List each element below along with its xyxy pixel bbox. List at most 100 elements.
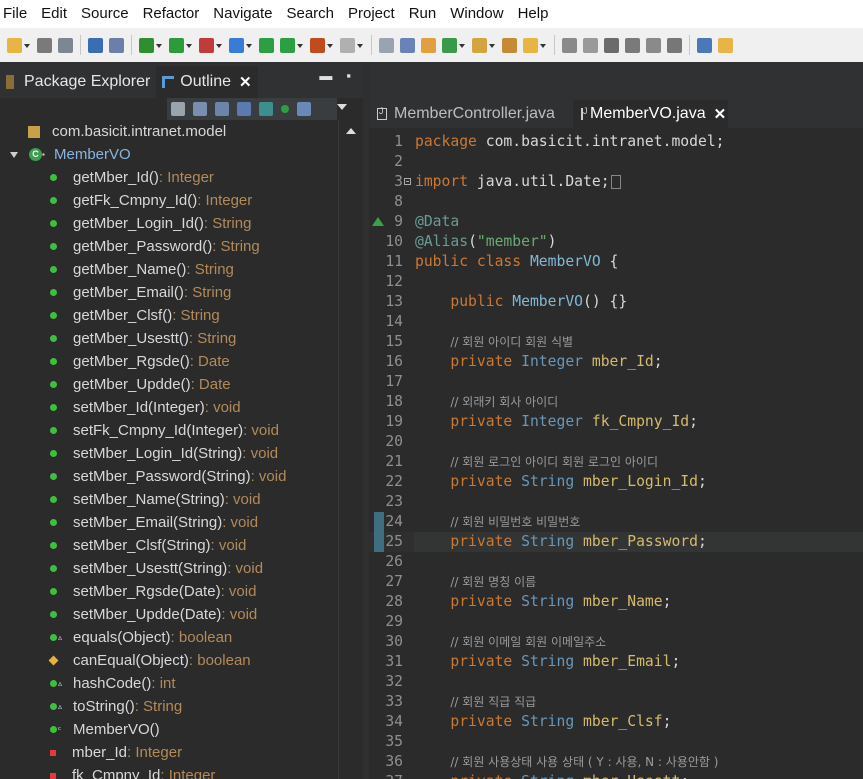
- refactor-icon[interactable]: [442, 37, 465, 53]
- code-line[interactable]: 27 // 회원 명칭 이름: [369, 572, 863, 592]
- code-line[interactable]: 14: [369, 312, 863, 332]
- tree-item-package[interactable]: com.basicit.intranet.model: [28, 120, 226, 143]
- tree-item-member[interactable]: getMber_Password() : String: [50, 235, 260, 258]
- block-select-icon[interactable]: [604, 37, 619, 53]
- tree-item-member[interactable]: getMber_Clsf() : String: [50, 304, 220, 327]
- code-line[interactable]: 33 // 회원 직급 직급: [369, 692, 863, 712]
- menu-help[interactable]: Help: [511, 0, 556, 28]
- menu-file[interactable]: File: [0, 0, 34, 28]
- open-type-icon[interactable]: [379, 37, 394, 53]
- code-line[interactable]: 19 private Integer fk_Cmpny_Id;: [369, 412, 863, 432]
- tree-item-member[interactable]: getMber_Rgsde() : Date: [50, 350, 230, 373]
- save-icon[interactable]: [37, 37, 52, 53]
- new-icon[interactable]: [7, 37, 30, 53]
- close-icon[interactable]: ✕: [714, 105, 727, 123]
- java-perspective-icon[interactable]: [718, 37, 733, 53]
- close-icon[interactable]: ✕: [239, 73, 252, 91]
- expand-arrow-icon[interactable]: [10, 151, 18, 158]
- refresh-icon[interactable]: [340, 37, 363, 53]
- stop-icon[interactable]: [310, 37, 333, 53]
- terminate-icon[interactable]: [139, 37, 162, 53]
- tree-item-member[interactable]: ▵ hashCode() : int: [50, 672, 176, 695]
- tab-membercontroller[interactable]: MemberController.java: [369, 100, 563, 128]
- tree-item-member[interactable]: setFk_Cmpny_Id(Integer) : void: [50, 419, 279, 442]
- code-line[interactable]: 24 // 회원 비밀번호 비밀번호: [369, 512, 863, 532]
- menu-source[interactable]: Source: [74, 0, 136, 28]
- menu-navigate[interactable]: Navigate: [206, 0, 279, 28]
- debug-view-icon[interactable]: [88, 37, 103, 53]
- debug-icon[interactable]: [169, 37, 192, 53]
- code-line[interactable]: 13 public MemberVO() {}: [369, 292, 863, 312]
- collapse-all-icon[interactable]: [171, 102, 185, 116]
- code-editor[interactable]: 1 package com.basicit.intranet.model; 2 3 im…: [369, 128, 863, 779]
- tree-item-member[interactable]: getMber_Name() : String: [50, 258, 234, 281]
- code-line[interactable]: 35: [369, 732, 863, 752]
- code-line[interactable]: 1 package com.basicit.intranet.model;: [369, 132, 863, 152]
- run-icon[interactable]: [199, 37, 222, 53]
- tree-item-member[interactable]: setMber_Login_Id(String) : void: [50, 442, 278, 465]
- tree-item-member[interactable]: getFk_Cmpny_Id() : Integer: [50, 189, 252, 212]
- code-line[interactable]: 30 // 회원 이메일 회원 이메일주소: [369, 632, 863, 652]
- tree-item-member[interactable]: canEqual(Object) : boolean: [48, 649, 251, 672]
- code-line[interactable]: 32: [369, 672, 863, 692]
- tree-item-member[interactable]: getMber_Usestt() : String: [50, 327, 236, 350]
- code-line[interactable]: 12: [369, 272, 863, 292]
- tab-package-explorer[interactable]: Package Explorer: [0, 66, 156, 98]
- code-line[interactable]: 36 // 회원 사용상태 사용 상태 ( Y : 사용, N : 사용안함 ): [369, 752, 863, 772]
- tree-item-member[interactable]: fk_Cmpny_Id : Integer: [50, 764, 215, 779]
- menu-search[interactable]: Search: [279, 0, 341, 28]
- tree-item-member[interactable]: getMber_Email() : String: [50, 281, 231, 304]
- vertical-scrollbar[interactable]: [338, 120, 363, 779]
- tree-item-member[interactable]: getMber_Id() : Integer: [50, 166, 214, 189]
- task-icon[interactable]: [400, 37, 415, 53]
- link-editor-icon[interactable]: [297, 102, 311, 116]
- hide-fields-icon[interactable]: [215, 102, 229, 116]
- minimize-icon[interactable]: ▬: [319, 68, 332, 83]
- search-icon[interactable]: [502, 37, 517, 53]
- code-line[interactable]: 2: [369, 152, 863, 172]
- pen-icon[interactable]: [562, 37, 577, 53]
- code-line[interactable]: 25 private String mber_Password;: [369, 532, 863, 552]
- tree-item-member[interactable]: ▵ toString() : String: [50, 695, 182, 718]
- tree-item-member[interactable]: setMber_Password(String) : void: [50, 465, 286, 488]
- new-server-icon[interactable]: [280, 37, 303, 53]
- menu-edit[interactable]: Edit: [34, 0, 74, 28]
- tab-membervo[interactable]: MemberVO.java ✕: [573, 100, 728, 128]
- open-folder-icon[interactable]: [421, 37, 436, 53]
- code-line[interactable]: 34 private String mber_Clsf;: [369, 712, 863, 732]
- code-line[interactable]: 9 @Data: [369, 212, 863, 232]
- whitespace-icon[interactable]: [625, 37, 640, 53]
- tree-item-member[interactable]: ▵ equals(Object) : boolean: [50, 626, 232, 649]
- word-wrap-icon[interactable]: [646, 37, 661, 53]
- code-line[interactable]: 17: [369, 372, 863, 392]
- code-line[interactable]: 18 // 외래키 회사 아이디: [369, 392, 863, 412]
- code-line[interactable]: 15 // 회원 아이디 회원 식별: [369, 332, 863, 352]
- code-line[interactable]: 3 import java.util.Date;: [369, 172, 863, 192]
- brush-icon[interactable]: [472, 37, 495, 53]
- code-line[interactable]: 22 private String mber_Login_Id;: [369, 472, 863, 492]
- tree-item-member[interactable]: getMber_Login_Id() : String: [50, 212, 251, 235]
- menu-refactor[interactable]: Refactor: [136, 0, 207, 28]
- scroll-up-icon[interactable]: [346, 128, 356, 134]
- tree-item-member[interactable]: setMber_Usestt(String) : void: [50, 557, 263, 580]
- menu-project[interactable]: Project: [341, 0, 402, 28]
- tree-item-member[interactable]: setMber_Updde(Date) : void: [50, 603, 257, 626]
- pilcrow-icon[interactable]: [667, 37, 682, 53]
- code-line[interactable]: 16 private Integer mber_Id;: [369, 352, 863, 372]
- code-line[interactable]: 28 private String mber_Name;: [369, 592, 863, 612]
- view-menu-icon[interactable]: [337, 104, 347, 110]
- code-line[interactable]: 8: [369, 192, 863, 212]
- tree-item-member[interactable]: setMber_Id(Integer) : void: [50, 396, 241, 419]
- code-line[interactable]: 11 public class MemberVO {: [369, 252, 863, 272]
- tree-item-member[interactable]: setMber_Email(String) : void: [50, 511, 258, 534]
- code-line[interactable]: 10 @Alias("member"): [369, 232, 863, 252]
- menu-run[interactable]: Run: [402, 0, 444, 28]
- tree-item-member[interactable]: mber_Id : Integer: [50, 741, 182, 764]
- tree-item-member[interactable]: setMber_Clsf(String) : void: [50, 534, 246, 557]
- code-line[interactable]: 37 private String mber_Usestt;: [369, 772, 863, 779]
- code-line[interactable]: 31 private String mber_Email;: [369, 652, 863, 672]
- tree-item-member[interactable]: setMber_Name(String) : void: [50, 488, 261, 511]
- collapsed-region-icon[interactable]: [610, 175, 621, 189]
- coverage-icon[interactable]: [229, 37, 252, 53]
- code-line[interactable]: 26: [369, 552, 863, 572]
